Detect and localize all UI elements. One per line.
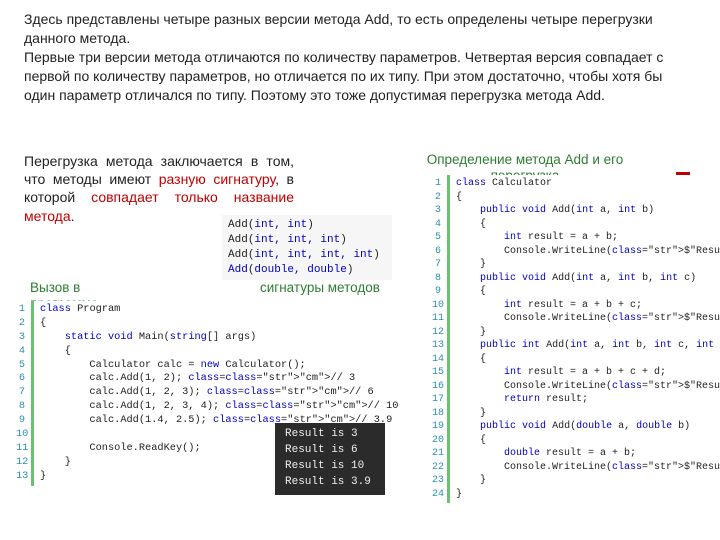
code-calculator-lines: class Calculator{ public void Add(int a,… <box>450 175 720 503</box>
top-paragraph: Здесь представлены четыре разных версии … <box>0 0 720 108</box>
mid-t3: . <box>71 208 75 224</box>
label-signatures: сигнатуры методов <box>260 280 380 296</box>
mid-r1: разную сигнатуру <box>159 171 275 187</box>
code-calculator: 123456789101112131415161718192021222324 … <box>428 175 710 503</box>
gutter-calculator: 123456789101112131415161718192021222324 <box>428 175 450 503</box>
gutter-program: 12345678910111213 <box>12 301 34 486</box>
console-output: Result is 3Result is 6Result is 10Result… <box>275 423 385 495</box>
mid-paragraph: Перегрузка метода заключается в том, что… <box>24 152 294 225</box>
code-program: 12345678910111213 class Program{ static … <box>12 301 272 486</box>
signature-list: Add(int, int)Add(int, int, int)Add(int, … <box>222 215 392 280</box>
